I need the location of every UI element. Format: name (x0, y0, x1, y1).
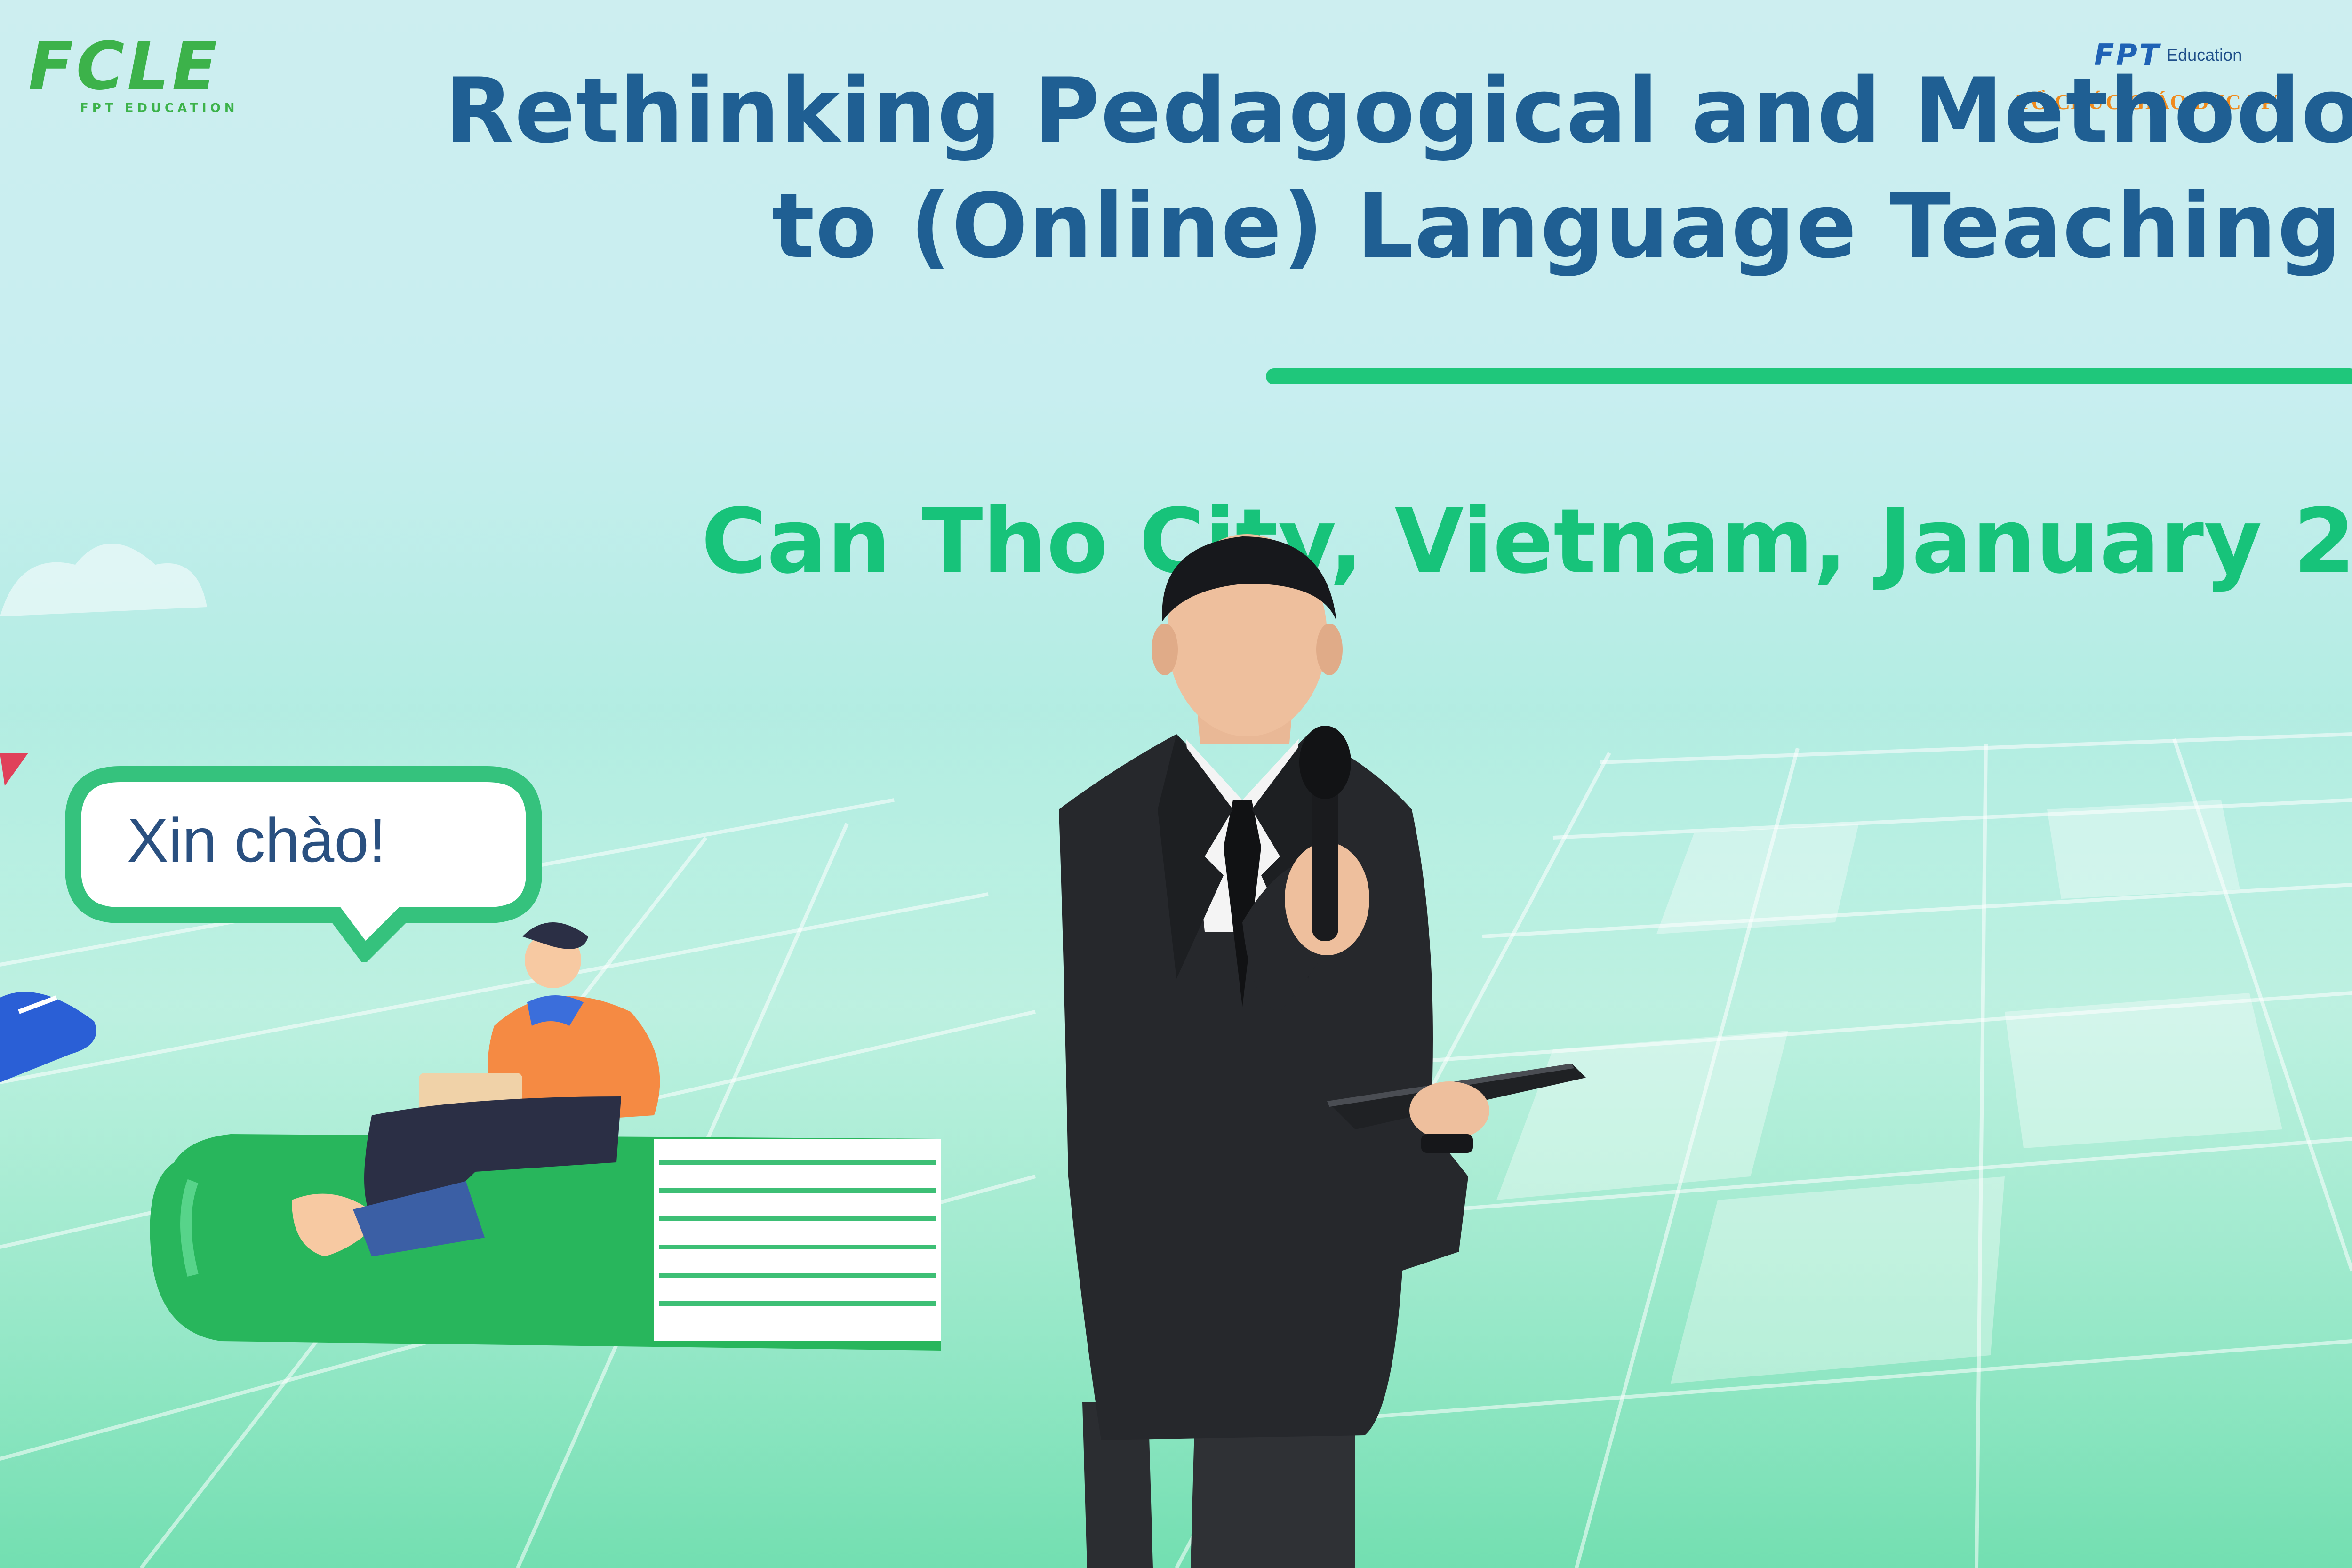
cloud-illustration (0, 544, 207, 616)
title-divider (1266, 368, 2352, 384)
event-photo: FCLE FPT EDUCATION FPT Education TỔ CHỨC… (0, 0, 2352, 1568)
fcle-logo-mark: FCLE (28, 28, 220, 105)
slide-title-line-2: to (Online) Language Teaching ar (772, 174, 2352, 278)
slide-title-line-1: Rethinking Pedagogical and Methodolo (445, 59, 2352, 163)
student-on-book-illustration (150, 922, 941, 1351)
speech-bubble-text: Xin chào! (127, 806, 386, 875)
speaker-figure (1059, 534, 1586, 1568)
speech-bubble: Xin chào! (64, 765, 544, 962)
left-edge-decoration (0, 753, 96, 1082)
fcle-logo: FCLE FPT EDUCATION (28, 28, 239, 115)
fcle-logo-caption: FPT EDUCATION (80, 101, 239, 115)
